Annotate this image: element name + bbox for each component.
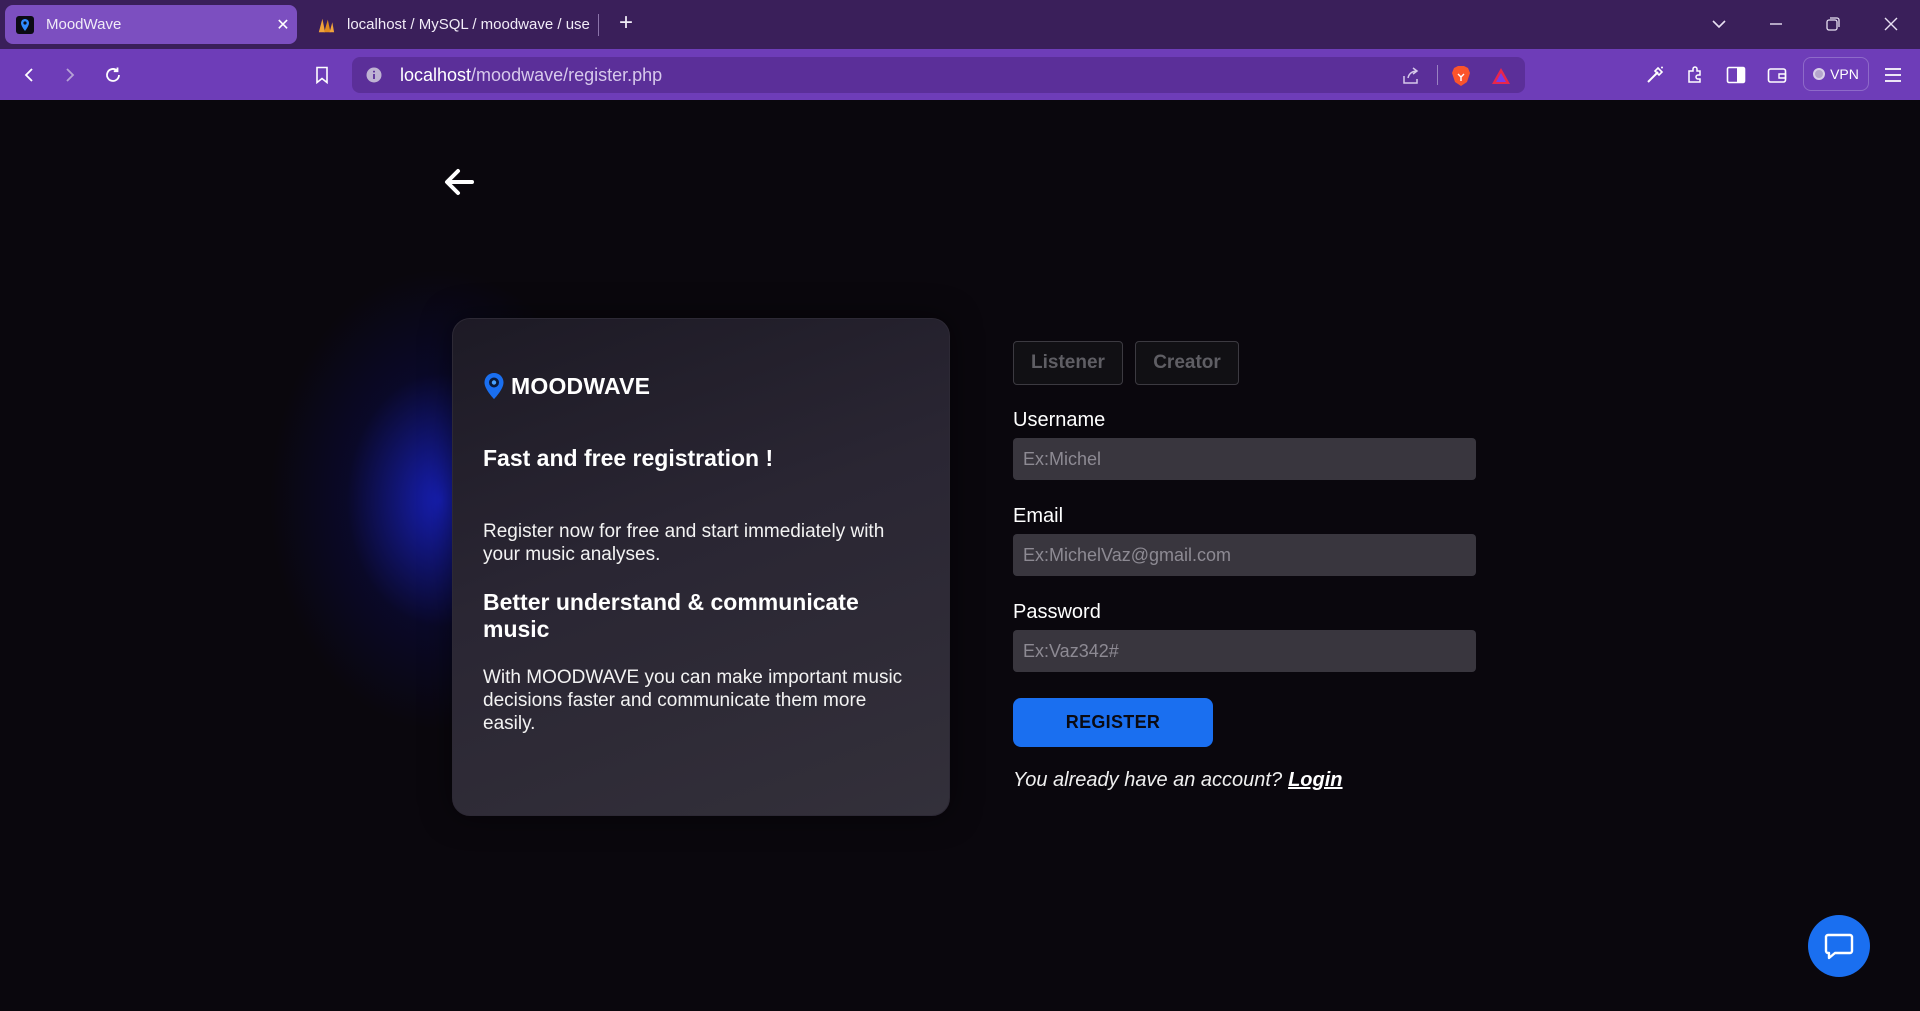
role-listener-button[interactable]: Listener (1013, 341, 1123, 385)
chat-button[interactable] (1808, 915, 1870, 977)
tab-bar: MoodWave ✕ localhost / MySQL / moodwave … (0, 0, 1920, 49)
vpn-button[interactable]: VPN (1803, 57, 1869, 91)
login-prompt: You already have an account? Login (1013, 769, 1343, 792)
password-label: Password (1013, 601, 1101, 623)
card-heading-understand: Better understand & communicate music (483, 589, 859, 642)
url-text: localhost/moodwave/register.php (400, 65, 662, 86)
tab-close-icon[interactable]: ✕ (269, 15, 297, 35)
leo-ai-icon[interactable] (1639, 59, 1671, 91)
moodwave-favicon-icon (16, 15, 34, 34)
username-label: Username (1013, 409, 1106, 431)
vpn-label: VPN (1830, 66, 1859, 82)
bookmark-icon[interactable] (306, 59, 338, 91)
password-field[interactable] (1013, 630, 1476, 672)
tab-moodwave[interactable]: MoodWave ✕ (5, 5, 297, 44)
location-pin-icon (484, 373, 504, 399)
info-card: MOODWAVE Fast and free registration ! Re… (452, 318, 950, 816)
new-tab-icon[interactable]: + (613, 10, 639, 38)
forward-nav-icon[interactable] (54, 59, 86, 91)
url-host: localhost (400, 65, 472, 85)
tab-title: localhost / MySQL / moodwave / use (347, 16, 590, 33)
login-prompt-text: You already have an account? (1013, 769, 1283, 791)
wallet-icon[interactable] (1761, 59, 1793, 91)
vpn-status-icon (1813, 68, 1826, 80)
omnibox-divider (1437, 65, 1438, 85)
phpmyadmin-favicon-icon (317, 16, 335, 34)
card-text-register: Register now for free and start immediat… (483, 521, 885, 565)
reload-icon[interactable] (97, 59, 129, 91)
extensions-icon[interactable] (1679, 59, 1711, 91)
browser-toolbar: localhost/moodwave/register.php (0, 49, 1920, 100)
restore-icon[interactable] (1817, 8, 1849, 40)
card-text-moodwave: With MOODWAVE you can make important mus… (483, 667, 903, 734)
role-creator-button[interactable]: Creator (1135, 341, 1239, 385)
address-bar[interactable]: localhost/moodwave/register.php (352, 57, 1525, 93)
brand-logo: MOODWAVE (483, 372, 650, 400)
menu-icon[interactable] (1877, 59, 1909, 91)
minimize-icon[interactable] (1760, 8, 1792, 40)
tab-title: MoodWave (46, 16, 122, 33)
brand-name: MOODWAVE (511, 372, 651, 399)
username-field[interactable] (1013, 438, 1476, 480)
email-label: Email (1013, 505, 1064, 527)
email-field[interactable] (1013, 534, 1476, 576)
close-window-icon[interactable] (1875, 8, 1907, 40)
card-heading-registration: Fast and free registration ! (483, 445, 774, 471)
login-link[interactable]: Login (1288, 769, 1342, 791)
share-icon[interactable] (1401, 66, 1421, 86)
tab-divider (598, 14, 599, 36)
brave-lion-icon[interactable] (1451, 65, 1471, 87)
tab-phpmyadmin[interactable]: localhost / MySQL / moodwave / use (306, 5, 596, 44)
tab-search-chevron-icon[interactable] (1703, 8, 1735, 40)
brave-rewards-icon[interactable] (1491, 66, 1511, 86)
sidebar-toggle-icon[interactable] (1720, 59, 1752, 91)
register-button[interactable]: REGISTER (1013, 698, 1213, 747)
register-page: MOODWAVE Fast and free registration ! Re… (0, 100, 1920, 1011)
site-info-icon[interactable] (366, 67, 382, 83)
back-nav-icon[interactable] (13, 59, 45, 91)
url-path: /moodwave/register.php (471, 65, 663, 85)
chat-icon (1824, 933, 1854, 960)
back-arrow-icon[interactable] (440, 162, 480, 202)
